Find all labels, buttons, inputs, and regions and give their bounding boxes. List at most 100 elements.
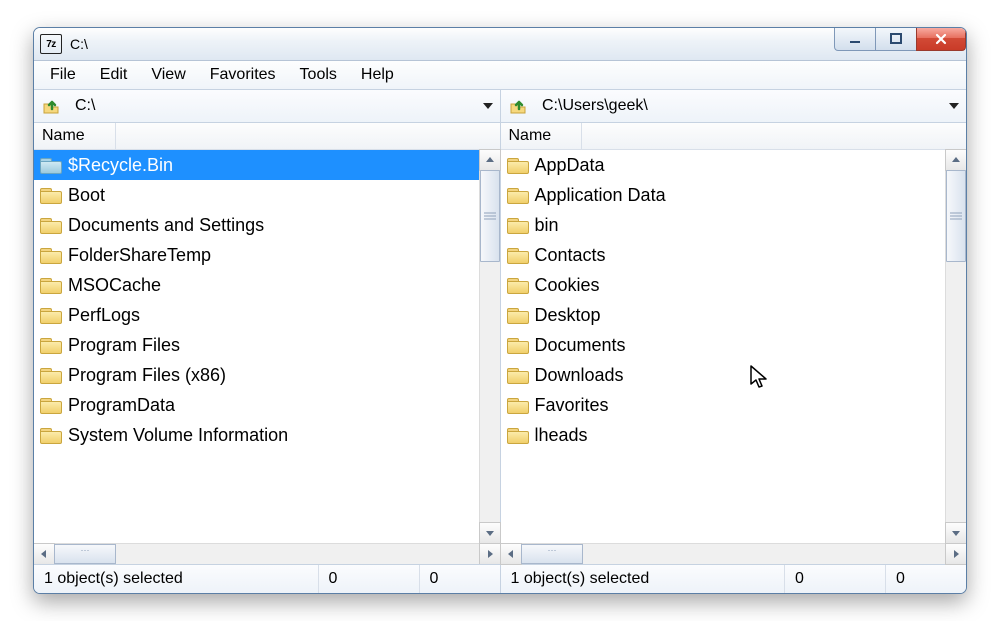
menu-favorites[interactable]: Favorites: [198, 63, 288, 87]
scroll-thumb[interactable]: [946, 170, 966, 262]
right-path-dropdown[interactable]: [945, 103, 963, 109]
scroll-up-icon[interactable]: [479, 149, 501, 171]
list-item[interactable]: $Recycle.Bin: [34, 150, 479, 180]
item-label: Program Files (x86): [68, 365, 226, 386]
left-file-list[interactable]: $Recycle.Bin Boot Documents and Settings Fo…: [34, 150, 479, 543]
app-window: 7z C:\ File Edit View Favorites Tools He…: [33, 27, 967, 594]
status-bar: 1 object(s) selected 0 0 1 object(s) sel…: [34, 564, 966, 593]
scroll-down-icon[interactable]: [945, 522, 967, 544]
scroll-left-icon[interactable]: [500, 543, 522, 565]
folder-icon: [507, 156, 529, 174]
left-hscroll[interactable]: [34, 543, 500, 564]
item-label: bin: [535, 215, 559, 236]
titlebar[interactable]: 7z C:\: [34, 28, 966, 61]
close-button[interactable]: [916, 28, 966, 51]
item-label: AppData: [535, 155, 605, 176]
item-label: Application Data: [535, 185, 666, 206]
menu-file[interactable]: File: [38, 63, 88, 87]
folder-icon: [507, 276, 529, 294]
right-column-header[interactable]: Name: [501, 123, 967, 150]
scroll-left-icon[interactable]: [33, 543, 55, 565]
list-item[interactable]: ProgramData: [34, 390, 479, 420]
item-label: Documents and Settings: [68, 215, 264, 236]
left-status-n2: 0: [420, 565, 500, 593]
item-label: Desktop: [535, 305, 601, 326]
right-vscroll[interactable]: [945, 150, 966, 543]
panes: Name $Recycle.Bin Boot Documents and Setti…: [34, 123, 966, 564]
left-up-button[interactable]: [37, 93, 67, 119]
list-item[interactable]: Documents and Settings: [34, 210, 479, 240]
scroll-down-icon[interactable]: [479, 522, 501, 544]
item-label: Boot: [68, 185, 105, 206]
list-item[interactable]: Documents: [501, 330, 946, 360]
list-item[interactable]: Application Data: [501, 180, 946, 210]
item-label: FolderShareTemp: [68, 245, 211, 266]
right-up-button[interactable]: [504, 93, 534, 119]
folder-icon: [40, 366, 62, 384]
folder-icon: [40, 156, 62, 174]
item-label: $Recycle.Bin: [68, 155, 173, 176]
folder-icon: [507, 216, 529, 234]
menu-tools[interactable]: Tools: [288, 63, 349, 87]
menu-help[interactable]: Help: [349, 63, 406, 87]
right-status-text: 1 object(s) selected: [501, 565, 786, 593]
scroll-up-icon[interactable]: [945, 149, 967, 171]
folder-icon: [507, 426, 529, 444]
right-path-input[interactable]: C:\Users\geek\: [534, 94, 945, 118]
scroll-right-icon[interactable]: [945, 543, 967, 565]
list-item[interactable]: AppData: [501, 150, 946, 180]
menu-edit[interactable]: Edit: [88, 63, 140, 87]
item-label: ProgramData: [68, 395, 175, 416]
folder-icon: [40, 186, 62, 204]
folder-icon: [40, 396, 62, 414]
list-item[interactable]: MSOCache: [34, 270, 479, 300]
app-icon: 7z: [40, 34, 62, 54]
right-status-n2: 0: [886, 565, 966, 593]
left-column-header[interactable]: Name: [34, 123, 500, 150]
folder-icon: [40, 246, 62, 264]
list-item[interactable]: PerfLogs: [34, 300, 479, 330]
minimize-button[interactable]: [834, 28, 876, 51]
folder-icon: [40, 216, 62, 234]
left-vscroll[interactable]: [479, 150, 500, 543]
item-label: Downloads: [535, 365, 624, 386]
list-item[interactable]: Boot: [34, 180, 479, 210]
list-item[interactable]: lheads: [501, 420, 946, 450]
path-row: C:\ C:\Users\geek\: [34, 90, 966, 123]
list-item[interactable]: Favorites: [501, 390, 946, 420]
right-pane: Name AppData Application Data bin Contacts C…: [501, 123, 967, 564]
item-label: Contacts: [535, 245, 606, 266]
folder-icon: [507, 306, 529, 324]
hscroll-thumb[interactable]: [54, 544, 116, 564]
left-status-n1: 0: [319, 565, 420, 593]
scroll-right-icon[interactable]: [479, 543, 501, 565]
right-status-n1: 0: [785, 565, 886, 593]
menu-view[interactable]: View: [139, 63, 197, 87]
list-item[interactable]: System Volume Information: [34, 420, 479, 450]
list-item[interactable]: FolderShareTemp: [34, 240, 479, 270]
item-label: System Volume Information: [68, 425, 288, 446]
hscroll-thumb[interactable]: [521, 544, 583, 564]
menubar: File Edit View Favorites Tools Help: [34, 61, 966, 90]
list-item[interactable]: Program Files: [34, 330, 479, 360]
right-file-list[interactable]: AppData Application Data bin Contacts Cookie…: [501, 150, 946, 543]
item-label: MSOCache: [68, 275, 161, 296]
list-item[interactable]: bin: [501, 210, 946, 240]
item-label: Program Files: [68, 335, 180, 356]
item-label: PerfLogs: [68, 305, 140, 326]
list-item[interactable]: Cookies: [501, 270, 946, 300]
folder-icon: [507, 366, 529, 384]
folder-icon: [40, 336, 62, 354]
list-item[interactable]: Contacts: [501, 240, 946, 270]
left-path-dropdown[interactable]: [479, 103, 497, 109]
maximize-button[interactable]: [875, 28, 917, 51]
item-label: lheads: [535, 425, 588, 446]
folder-icon: [507, 336, 529, 354]
scroll-thumb[interactable]: [480, 170, 500, 262]
item-label: Cookies: [535, 275, 600, 296]
list-item[interactable]: Desktop: [501, 300, 946, 330]
list-item[interactable]: Program Files (x86): [34, 360, 479, 390]
right-hscroll[interactable]: [501, 543, 967, 564]
list-item[interactable]: Downloads: [501, 360, 946, 390]
left-path-input[interactable]: C:\: [67, 94, 479, 118]
